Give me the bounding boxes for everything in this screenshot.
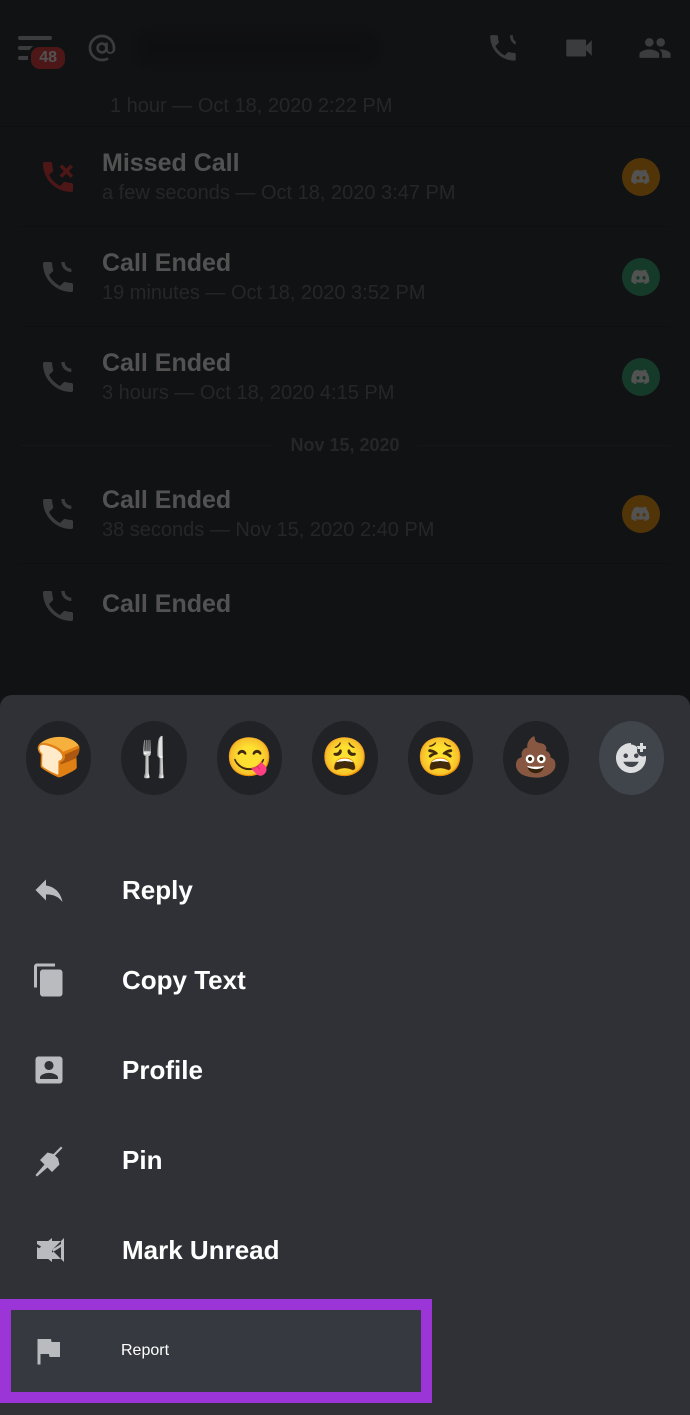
menu-label: Copy Text	[122, 965, 246, 996]
profile-menu-item[interactable]: Profile	[0, 1025, 690, 1115]
reaction-emoji[interactable]: 🍴	[121, 721, 186, 795]
quick-reactions: 🍞 🍴 😋 😩 😫 💩	[0, 695, 690, 809]
menu-label: Report	[121, 1342, 169, 1360]
menu-label: Reply	[122, 875, 193, 906]
reaction-emoji[interactable]: 🍞	[26, 721, 91, 795]
add-reaction-button[interactable]	[599, 721, 664, 795]
mark-unread-icon	[30, 1231, 68, 1269]
reply-icon	[30, 871, 68, 909]
reply-menu-item[interactable]: Reply	[0, 845, 690, 935]
reaction-emoji[interactable]: 😫	[408, 721, 473, 795]
copy-text-menu-item[interactable]: Copy Text	[0, 935, 690, 1025]
copy-icon	[30, 961, 68, 999]
pin-icon	[30, 1141, 68, 1179]
menu-list: Reply Copy Text Profile Pin	[0, 809, 690, 1403]
menu-label: Mark Unread	[122, 1235, 280, 1266]
menu-label: Profile	[122, 1055, 203, 1086]
profile-icon	[30, 1051, 68, 1089]
reaction-emoji[interactable]: 😩	[312, 721, 377, 795]
mark-unread-menu-item[interactable]: Mark Unread	[0, 1205, 690, 1295]
report-menu-item[interactable]: Report	[11, 1310, 421, 1392]
menu-label: Pin	[122, 1145, 162, 1176]
report-highlight-box: Report	[0, 1299, 432, 1403]
reaction-emoji[interactable]: 😋	[217, 721, 282, 795]
context-menu-sheet: 🍞 🍴 😋 😩 😫 💩 Reply Copy Text	[0, 695, 690, 1415]
flag-icon	[29, 1332, 67, 1370]
pin-menu-item[interactable]: Pin	[0, 1115, 690, 1205]
reaction-emoji[interactable]: 💩	[503, 721, 568, 795]
chat-screen: 48 1 hour — Oct 18, 2020 2:22 PM M	[0, 0, 690, 1415]
